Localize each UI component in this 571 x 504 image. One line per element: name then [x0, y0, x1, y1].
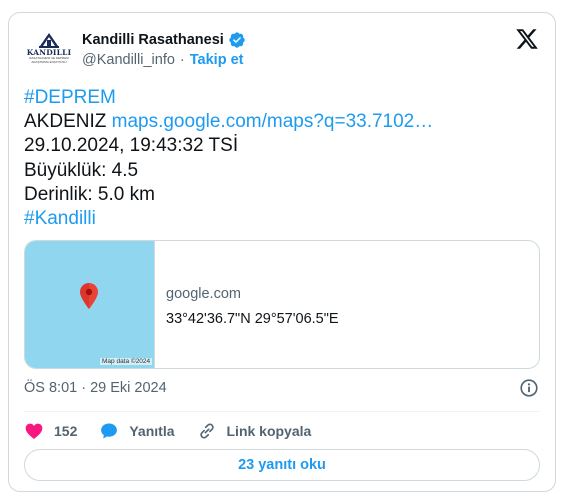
avatar[interactable]: KANDILLI RASATHANESI VE DEPREM ARAŞTIRMA… [26, 30, 72, 76]
heart-icon [25, 423, 43, 439]
logo-subtext: RASATHANESI VE DEPREM ARAŞTIRMA ENSTITÜS… [29, 56, 69, 64]
like-button[interactable]: 152 [24, 421, 77, 441]
like-count: 152 [54, 423, 78, 439]
map-pin-icon [80, 283, 98, 309]
author-name-row: Kandilli Rasathanesi [82, 31, 246, 49]
verified-badge-icon [229, 32, 245, 48]
depth-text: Derinlik: 5.0 km [24, 183, 155, 205]
action-bar: 152 Yanıtla Link kopyala [24, 416, 333, 446]
read-replies-button[interactable]: 23 yanıtı oku [24, 449, 540, 481]
info-icon[interactable] [518, 377, 540, 399]
separator-dot: · [179, 52, 185, 68]
reply-label: Yanıtla [129, 423, 175, 439]
card-domain: google.com [166, 286, 241, 302]
tweet-timestamp[interactable]: ÖS 8:01 · 29 Eki 2024 [24, 380, 167, 396]
reply-button[interactable]: Yanıtla [99, 421, 175, 441]
date-text: 29.10.2024, 19:43:32 TSİ [24, 135, 239, 157]
magnitude-text: Büyüklük: 4.5 [24, 159, 139, 181]
link-preview-card[interactable]: Map data ©2024 google.com 33°42'36.7"N 2… [24, 240, 540, 369]
x-logo-icon[interactable] [515, 27, 539, 51]
tweet-text: #DEPREM AKDENIZ maps.google.com/maps?q=3… [24, 86, 433, 231]
observatory-logo-icon [39, 33, 59, 48]
hashtag-deprem[interactable]: #DEPREM [24, 87, 116, 108]
copy-link-button[interactable]: Link kopyala [197, 421, 312, 441]
follow-button[interactable]: Takip et [190, 52, 244, 68]
link-icon [199, 423, 214, 439]
location-text: AKDENIZ [24, 111, 112, 133]
author-handle[interactable]: @Kandilli_info [82, 52, 175, 68]
reply-bubble-icon [101, 423, 118, 439]
map-attribution: Map data ©2024 [100, 358, 153, 365]
tweet-card: KANDILLI RASATHANESI VE DEPREM ARAŞTIRMA… [8, 12, 556, 492]
hashtag-kandilli[interactable]: #Kandilli [24, 208, 96, 229]
author-handle-row: @Kandilli_info · Takip et [82, 52, 243, 68]
map-thumbnail: Map data ©2024 [25, 241, 155, 368]
author-name[interactable]: Kandilli Rasathanesi [82, 32, 224, 48]
card-coordinates: 33°42'36.7"N 29°57'06.5"E [166, 311, 339, 327]
copy-link-label: Link kopyala [226, 423, 312, 439]
divider [24, 411, 540, 412]
maps-link[interactable]: maps.google.com/maps?q=33.7102… [112, 111, 434, 132]
